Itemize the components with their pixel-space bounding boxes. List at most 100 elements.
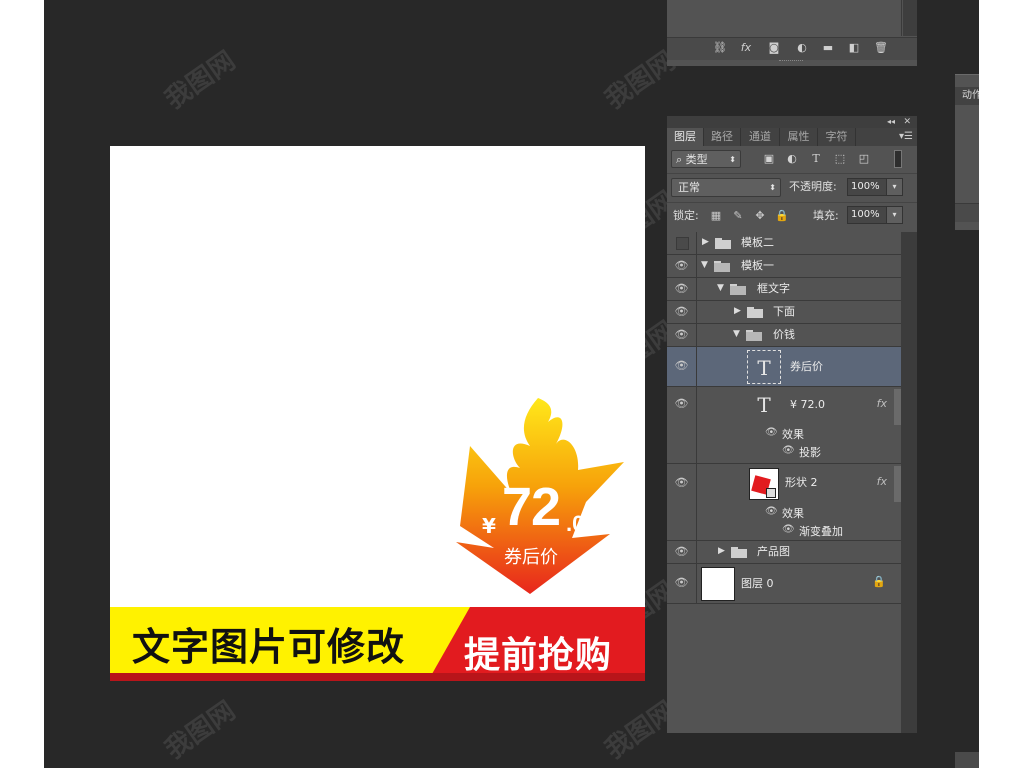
- layer-name: 价钱: [773, 328, 795, 341]
- resize-grip[interactable]: [779, 60, 803, 64]
- layer-row[interactable]: 👁 ▼ 价钱: [667, 324, 901, 347]
- layer-row[interactable]: 👁 ▼ 模板一: [667, 255, 901, 278]
- shape-layer-thumbnail: [749, 468, 779, 500]
- lock-label: 锁定:: [673, 209, 699, 222]
- fx-icon[interactable]: fx: [877, 397, 887, 410]
- layer-row[interactable]: 👁 T ¥ 72.0 fx 👁 效果 👁 投影: [667, 387, 901, 464]
- bottom-right-panel: [955, 752, 979, 768]
- type-filter-icon[interactable]: T: [809, 152, 823, 166]
- blend-mode-select[interactable]: 正常 ⬍: [671, 178, 781, 197]
- eye-icon[interactable]: 👁: [667, 564, 697, 603]
- shape-filter-icon[interactable]: ⬚: [833, 152, 847, 166]
- eye-icon[interactable]: 👁: [667, 387, 697, 463]
- layers-scrollbar[interactable]: [901, 232, 917, 733]
- collapse-icon[interactable]: ◂◂: [887, 116, 895, 128]
- eye-icon[interactable]: 👁: [667, 255, 697, 277]
- eye-icon[interactable]: 👁: [667, 301, 697, 323]
- lock-transparent-icon[interactable]: ▦: [709, 209, 723, 223]
- layer-row[interactable]: 👁 ▶ 产品图: [667, 541, 901, 564]
- folder-icon: [715, 238, 731, 249]
- fill-input[interactable]: 100%: [847, 206, 887, 224]
- blend-mode-value: 正常: [678, 181, 700, 194]
- actions-panel: 动作: [955, 74, 979, 230]
- eye-icon[interactable]: 👁: [782, 524, 795, 535]
- layer-name: 下面: [773, 305, 795, 318]
- layer-name: 券后价: [790, 360, 823, 373]
- collapse-triangle-icon[interactable]: ▼: [717, 283, 724, 293]
- panel-titlebar[interactable]: ◂◂ ✕: [667, 116, 917, 128]
- layer-name: ¥ 72.0: [790, 398, 825, 411]
- effects-label: 效果: [782, 507, 804, 520]
- layer-row[interactable]: 👁 ▼ 框文字: [667, 278, 901, 301]
- expand-triangle-icon[interactable]: ▶: [718, 546, 725, 556]
- trash-icon[interactable]: 🗑: [874, 41, 888, 55]
- eye-icon[interactable]: 👁: [667, 324, 697, 346]
- layers-panel: ◂◂ ✕ 图层 路径 通道 属性 字符 ▾☰ ⌕ 类型 ⬍ ▣ ◐ T ⬚ ◰ …: [667, 116, 917, 733]
- mask-icon[interactable]: ◙: [767, 41, 781, 55]
- lock-pixels-icon[interactable]: ✎: [731, 209, 745, 223]
- text-layer-thumbnail: T: [757, 393, 771, 417]
- top-panel-scrollbar[interactable]: [903, 0, 917, 36]
- layer-name: 框文字: [757, 282, 790, 295]
- expand-triangle-icon[interactable]: ▶: [702, 237, 709, 247]
- close-icon[interactable]: ✕: [903, 116, 911, 128]
- eye-icon[interactable]: 👁: [667, 464, 697, 540]
- adjustment-icon[interactable]: ◐: [795, 41, 809, 55]
- tab-channels[interactable]: 通道: [741, 128, 780, 146]
- layer-row[interactable]: 👁 形状 2 fx 👁 效果 👁 渐变叠加: [667, 464, 901, 541]
- fill-label: 填充:: [813, 209, 839, 222]
- open-folder-icon: [714, 261, 730, 272]
- folder-icon[interactable]: ▬: [821, 41, 835, 55]
- fx-icon[interactable]: fx: [877, 475, 887, 488]
- pixel-filter-icon[interactable]: ▣: [762, 152, 776, 166]
- filter-type-select[interactable]: ⌕ 类型 ⬍: [671, 150, 741, 168]
- tab-paths[interactable]: 路径: [704, 128, 741, 146]
- collapse-triangle-icon[interactable]: ▼: [701, 260, 708, 270]
- filter-type-label: 类型: [685, 153, 708, 166]
- effects-scrollbar[interactable]: [894, 466, 901, 502]
- smart-object-filter-icon[interactable]: ◰: [857, 152, 871, 166]
- top-panel-content: [667, 0, 902, 36]
- layer-row-selected[interactable]: 👁 T 券后价: [667, 347, 901, 387]
- link-icon[interactable]: ⛓: [713, 41, 727, 55]
- opacity-dropdown[interactable]: ▾: [886, 178, 903, 196]
- tab-properties[interactable]: 属性: [780, 128, 818, 146]
- top-panel: ⛓ fx ◙ ◐ ▬ ◧ 🗑: [667, 0, 917, 66]
- lock-all-icon[interactable]: 🔒: [775, 209, 789, 223]
- tab-character[interactable]: 字符: [818, 128, 856, 146]
- panel-tabs: 图层 路径 通道 属性 字符 ▾☰: [667, 128, 917, 146]
- opacity-input[interactable]: 100%: [847, 178, 887, 196]
- visibility-toggle[interactable]: [667, 232, 697, 254]
- layer-row[interactable]: 👁 ▶ 下面: [667, 301, 901, 324]
- document-canvas[interactable]: ¥ 72 .0 券后价 文字图片可修改 提前抢购: [110, 146, 645, 681]
- expand-triangle-icon[interactable]: ▶: [734, 306, 741, 316]
- lock-position-icon[interactable]: ✥: [753, 209, 767, 223]
- open-folder-icon: [730, 284, 746, 295]
- fill-dropdown[interactable]: ▾: [886, 206, 903, 224]
- new-layer-icon[interactable]: ◧: [847, 41, 861, 55]
- layer-row[interactable]: 👁 图层 0 🔒: [667, 564, 901, 604]
- open-folder-icon: [746, 330, 762, 341]
- actions-panel-footer: [955, 203, 979, 222]
- eye-icon[interactable]: 👁: [765, 427, 778, 438]
- collapse-triangle-icon[interactable]: ▼: [733, 329, 740, 339]
- eye-icon[interactable]: 👁: [667, 347, 697, 386]
- filter-toggle[interactable]: [894, 150, 902, 168]
- actions-panel-tab[interactable]: 动作: [955, 87, 979, 105]
- eye-icon[interactable]: 👁: [667, 541, 697, 563]
- eye-icon[interactable]: 👁: [782, 445, 795, 456]
- layer-name: 模板二: [741, 236, 774, 249]
- layers-list: ▶ 模板二 👁 ▼ 模板一 👁 ▼ 框文字 👁 ▶ 下面 👁 ▼ 价钱 👁 T …: [667, 232, 901, 733]
- adjustment-filter-icon[interactable]: ◐: [785, 152, 799, 166]
- layer-name: 模板一: [741, 259, 774, 272]
- panel-menu-icon[interactable]: ▾☰: [899, 128, 913, 146]
- fx-icon[interactable]: fx: [739, 41, 753, 55]
- eye-icon[interactable]: 👁: [765, 506, 778, 517]
- effects-scrollbar[interactable]: [894, 389, 901, 425]
- eye-icon[interactable]: 👁: [667, 278, 697, 300]
- layer-row[interactable]: ▶ 模板二: [667, 232, 901, 255]
- updown-icon: ⬍: [729, 155, 736, 164]
- tab-layers[interactable]: 图层: [667, 128, 704, 146]
- lock-icon: 🔒: [872, 575, 886, 588]
- layer-thumbnail: [701, 567, 735, 601]
